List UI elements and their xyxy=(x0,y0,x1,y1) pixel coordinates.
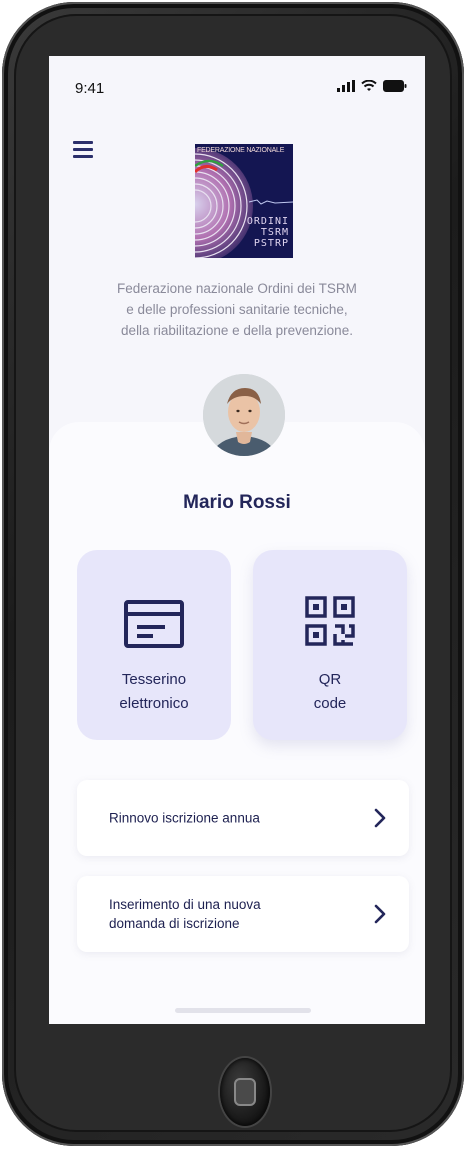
qr-code-tile[interactable]: QR code xyxy=(253,550,407,740)
user-photo xyxy=(203,374,285,456)
federation-logo: FEDERAZIONE NAZIONALE ORDINI TSRM PSTRP xyxy=(195,144,293,258)
tesserino-elettronico-tile[interactable]: Tesserino elettronico xyxy=(77,550,231,740)
card-icon xyxy=(124,600,184,648)
rinnovo-iscrizione-item[interactable]: Rinnovo iscrizione annua xyxy=(77,780,409,856)
qr-code-icon xyxy=(305,596,355,646)
logo-top-text: FEDERAZIONE NAZIONALE xyxy=(197,147,285,154)
tile-label: QR code xyxy=(313,671,347,712)
signal-icon xyxy=(337,80,355,92)
status-icons xyxy=(337,80,407,92)
home-button[interactable] xyxy=(220,1058,270,1126)
chevron-right-icon xyxy=(374,808,386,828)
chevron-right-icon xyxy=(374,904,386,924)
list-item-label: Rinnovo iscrizione annua xyxy=(109,810,260,826)
phone-frame: 9:41 FEDERAZIONE NAZIONALE ORDINI TSRM P… xyxy=(2,2,464,1146)
federation-description: Federazione nazionale Ordini dei TSRM e … xyxy=(117,281,357,338)
list-item-label: Inserimento di una nuova domanda di iscr… xyxy=(109,897,261,931)
avatar[interactable] xyxy=(203,374,285,456)
logo-ordini-text: ORDINI TSRM PSTRP xyxy=(246,216,289,249)
hamburger-menu-icon[interactable] xyxy=(73,140,99,162)
home-indicator[interactable] xyxy=(175,1008,311,1013)
app-screen: 9:41 FEDERAZIONE NAZIONALE ORDINI TSRM P… xyxy=(49,56,425,1024)
status-bar: 9:41 xyxy=(49,56,425,126)
tile-label: Tesserino elettronico xyxy=(119,671,189,712)
wifi-icon xyxy=(361,80,377,91)
status-time: 9:41 xyxy=(75,80,105,97)
user-name: Mario Rossi xyxy=(183,492,291,513)
nuova-domanda-item[interactable]: Inserimento di una nuova domanda di iscr… xyxy=(77,876,409,952)
battery-icon xyxy=(383,80,407,92)
home-button-square-icon xyxy=(234,1078,256,1106)
